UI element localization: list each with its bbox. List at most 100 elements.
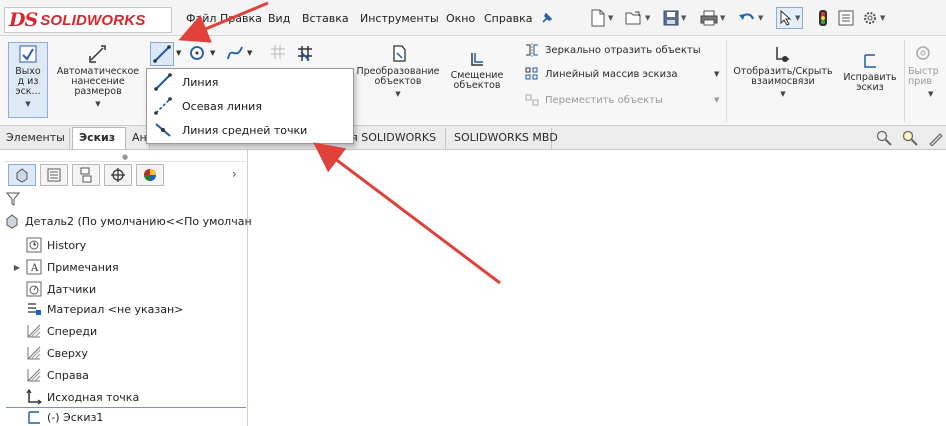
offset-icon <box>471 53 483 66</box>
dimxpert-manager-tab[interactable] <box>104 164 132 186</box>
solidworks-logo[interactable]: DS SOLIDWORKS <box>4 7 172 33</box>
show-hide-relations-label: Отобразить/Скрыть взаимосвязи <box>733 66 833 87</box>
menu-help[interactable]: Справка <box>484 12 532 25</box>
tree-item-label: Примечания <box>47 260 119 274</box>
offset-entities-button[interactable]: Смещение объектов <box>446 50 508 91</box>
menu-insert[interactable]: Вставка <box>302 12 349 25</box>
zoom-to-fit-icon[interactable] <box>876 130 892 149</box>
tree-item-label: Сверху <box>47 346 88 360</box>
move-icon <box>525 94 539 106</box>
chevron-down-icon[interactable]: ▼ <box>928 89 946 99</box>
chevron-down-icon[interactable]: ▼ <box>52 99 144 109</box>
line-dropdown-caret[interactable]: ▼ <box>176 49 181 57</box>
tree-root-label: Деталь2 (По умолчанию<<По умолчан <box>25 214 252 228</box>
menu-view[interactable]: Вид <box>268 12 290 25</box>
tree-item-right-plane[interactable]: Справа <box>14 366 89 384</box>
tree-item-top-plane[interactable]: Сверху <box>14 344 88 362</box>
origin-icon <box>26 389 42 405</box>
print-icon[interactable]: ▼ <box>700 7 725 29</box>
tree-item-annotations[interactable]: ▶ A Примечания <box>8 258 119 276</box>
configuration-manager-tab[interactable] <box>72 164 100 186</box>
linear-pattern-label: Линейный массив эскиза <box>545 68 678 80</box>
property-manager-tab[interactable] <box>40 164 68 186</box>
transform-entities-button[interactable]: Преобразование объектов ▼ <box>352 44 444 99</box>
menu-bar: DS SOLIDWORKS Файл Правка Вид Вставка Ин… <box>0 0 946 36</box>
chevron-down-icon[interactable]: ▼ <box>714 96 719 104</box>
repair-sketch-button[interactable]: Исправить эскиз <box>840 52 900 93</box>
tree-item-sensors[interactable]: Датчики <box>14 280 96 298</box>
transform-label: Преобразование объектов <box>356 66 440 87</box>
menu-tools[interactable]: Инструменты <box>360 12 439 25</box>
spline-icon <box>227 46 243 60</box>
tree-item-origin[interactable]: Исходная точка <box>14 388 139 406</box>
tab-solidworks-mbd[interactable]: SOLIDWORKS MBD <box>448 128 558 150</box>
chevron-down-icon[interactable]: ▼ <box>8 99 48 109</box>
mirror-entities-button[interactable]: Зеркально отразить объекты <box>524 42 701 58</box>
feature-manager-tab[interactable] <box>8 164 36 186</box>
previous-view-icon[interactable] <box>928 130 944 149</box>
line-icon <box>154 73 172 91</box>
line-tool-button[interactable] <box>150 42 174 66</box>
save-icon[interactable]: ▼ <box>663 7 686 29</box>
command-manager-tabs: Элементы Эскиз Ан ия SOLIDWORKS SOLIDWOR… <box>0 126 946 150</box>
tree-item-label: Спереди <box>47 324 98 338</box>
solidworks-window: DS SOLIDWORKS Файл Правка Вид Вставка Ин… <box>0 0 946 426</box>
flyout-item-midpoint-line[interactable]: Линия средней точки <box>149 119 351 141</box>
tab-features[interactable]: Элементы <box>0 128 70 150</box>
select-icon[interactable]: ▼ <box>776 7 804 29</box>
chevron-right-icon[interactable]: › <box>232 167 237 181</box>
spline-dropdown-caret[interactable]: ▼ <box>247 49 252 57</box>
exit-sketch-label-group: Выхо д из эск... ▼ <box>8 44 48 109</box>
grid-tool-button[interactable] <box>270 44 286 63</box>
display-manager-tab[interactable] <box>136 164 164 186</box>
smart-dimension-button[interactable]: Автоматическое нанесение размеров ▼ <box>52 44 144 109</box>
expand-arrow-icon[interactable]: ▶ <box>8 263 26 272</box>
tree-item-front-plane[interactable]: Спереди <box>14 322 97 340</box>
options-icon[interactable]: ▼ <box>862 7 885 29</box>
rebuild-icon[interactable] <box>818 7 828 29</box>
menu-window[interactable]: Окно <box>446 12 475 25</box>
tree-item-label: Датчики <box>47 282 97 296</box>
trim-entities-button[interactable] <box>290 44 320 67</box>
open-icon[interactable]: ▼ <box>625 7 650 29</box>
zoom-to-area-icon[interactable] <box>902 130 918 149</box>
menu-edit[interactable]: Правка <box>220 12 262 25</box>
chevron-down-icon[interactable]: ▼ <box>730 89 836 99</box>
show-hide-relations-button[interactable]: Отобразить/Скрыть взаимосвязи ▼ <box>730 44 836 99</box>
flyout-item-centerline[interactable]: Осевая линия <box>149 95 351 117</box>
quick-snaps-label: Быстр прив <box>908 66 939 87</box>
menu-file[interactable]: Файл <box>186 12 216 25</box>
tree-item-sketch1[interactable]: (-) Эскиз1 <box>14 408 103 426</box>
spline-tool-button[interactable] <box>226 44 244 65</box>
chevron-down-icon[interactable]: ▼ <box>352 89 444 99</box>
tree-item-material[interactable]: Материал <не указан> <box>14 300 183 318</box>
quick-snaps-button[interactable]: Быстр прив ▼ <box>908 44 946 99</box>
property-manager-icon <box>47 168 61 182</box>
move-label: Переместить объекты <box>545 94 663 106</box>
filter-icon[interactable] <box>5 192 21 209</box>
centerline-icon <box>154 97 172 115</box>
tree-item-history[interactable]: History <box>14 236 86 254</box>
flyout-item-line[interactable]: Линия <box>149 71 351 93</box>
tree-root-part[interactable]: Деталь2 (По умолчанию<<По умолчан <box>4 212 252 230</box>
relations-icon <box>776 47 789 62</box>
tab-solidworks-addins[interactable]: ия SOLIDWORKS <box>340 128 446 150</box>
tree-item-label: (-) Эскиз1 <box>47 410 104 424</box>
circle-tool-button[interactable] <box>188 44 206 65</box>
undo-icon[interactable]: ▼ <box>738 7 763 29</box>
exit-sketch-label: Выхо д из эск... <box>15 66 41 97</box>
linear-pattern-button[interactable]: Линейный массив эскиза <box>524 66 678 82</box>
pin-icon[interactable] <box>540 7 554 29</box>
chevron-down-icon[interactable]: ▼ <box>714 70 719 78</box>
new-document-icon[interactable]: ▼ <box>590 7 613 29</box>
history-icon <box>26 237 42 253</box>
move-entities-button[interactable]: Переместить объекты <box>524 92 663 108</box>
circle-dropdown-caret[interactable]: ▼ <box>210 49 215 57</box>
flyout-item-label: Осевая линия <box>182 99 262 113</box>
tab-sketch[interactable]: Эскиз <box>72 127 126 149</box>
logo-text: SOLIDWORKS <box>40 11 146 29</box>
material-icon <box>28 303 41 315</box>
tree-item-label: Справа <box>47 368 89 382</box>
panel-splitter[interactable]: ● <box>4 152 246 162</box>
file-properties-icon[interactable] <box>838 7 854 29</box>
